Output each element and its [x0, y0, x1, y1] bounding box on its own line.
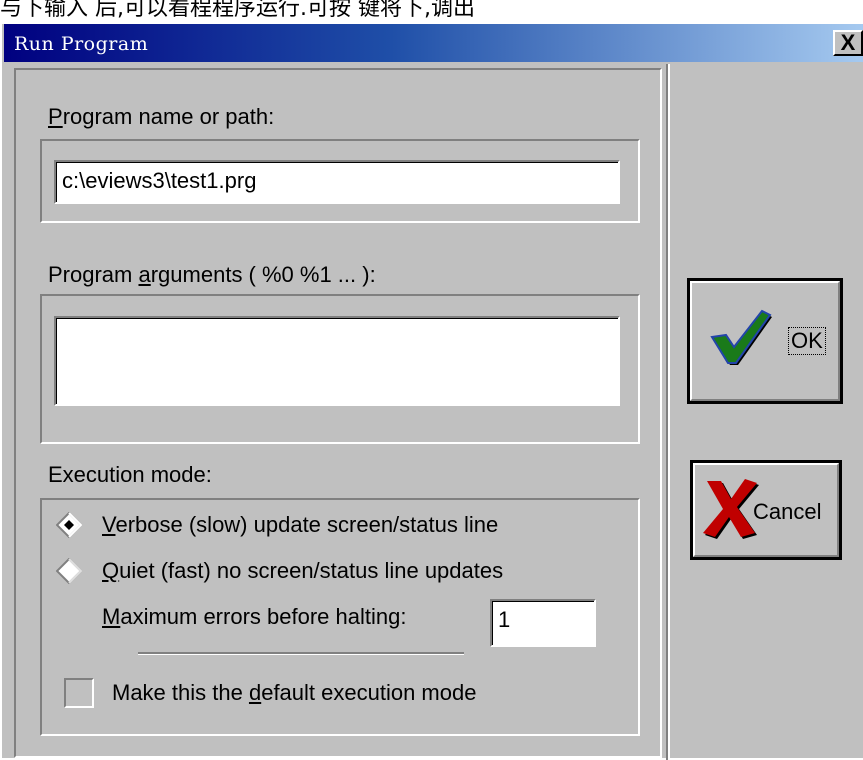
run-program-dialog: Run Program X Program name or path: c:\e… — [0, 22, 863, 760]
program-name-label: Program name or path: — [48, 104, 275, 129]
close-icon: X — [840, 30, 856, 55]
default-mode-label[interactable]: Make this the default execution mode — [112, 680, 476, 706]
program-arguments-input[interactable] — [54, 316, 620, 406]
program-arguments-label: Program arguments ( %0 %1 ... ): — [48, 262, 376, 287]
title-bar[interactable]: Run Program X — [4, 24, 863, 62]
max-errors-input[interactable]: 1 — [490, 599, 596, 647]
ok-button[interactable]: OK — [687, 278, 843, 404]
ok-button-label: OK — [788, 327, 826, 355]
program-name-input[interactable]: c:\eviews3\test1.prg — [54, 160, 620, 204]
cancel-x-icon — [703, 479, 759, 539]
verbose-option-label[interactable]: Verbose (slow) update screen/status line — [102, 512, 498, 538]
quiet-option-label[interactable]: Quiet (fast) no screen/status line updat… — [102, 558, 503, 584]
background-text: 与下输入 后,可以看程程序运行.可按 键将下,调出 — [0, 0, 475, 21]
separator-line — [138, 652, 464, 655]
radio-verbose[interactable] — [56, 512, 82, 538]
cancel-button-label: Cancel — [753, 499, 822, 524]
dialog-title: Run Program — [14, 33, 149, 55]
radio-quiet[interactable] — [56, 558, 82, 584]
default-mode-checkbox[interactable] — [64, 678, 94, 708]
close-button[interactable]: X — [833, 30, 863, 56]
checkmark-icon — [710, 309, 772, 365]
cancel-button[interactable]: Cancel — [690, 460, 842, 560]
execution-mode-label: Execution mode: — [48, 462, 212, 487]
max-errors-label: Maximum errors before halting: — [102, 604, 407, 629]
panel-divider — [666, 64, 670, 760]
